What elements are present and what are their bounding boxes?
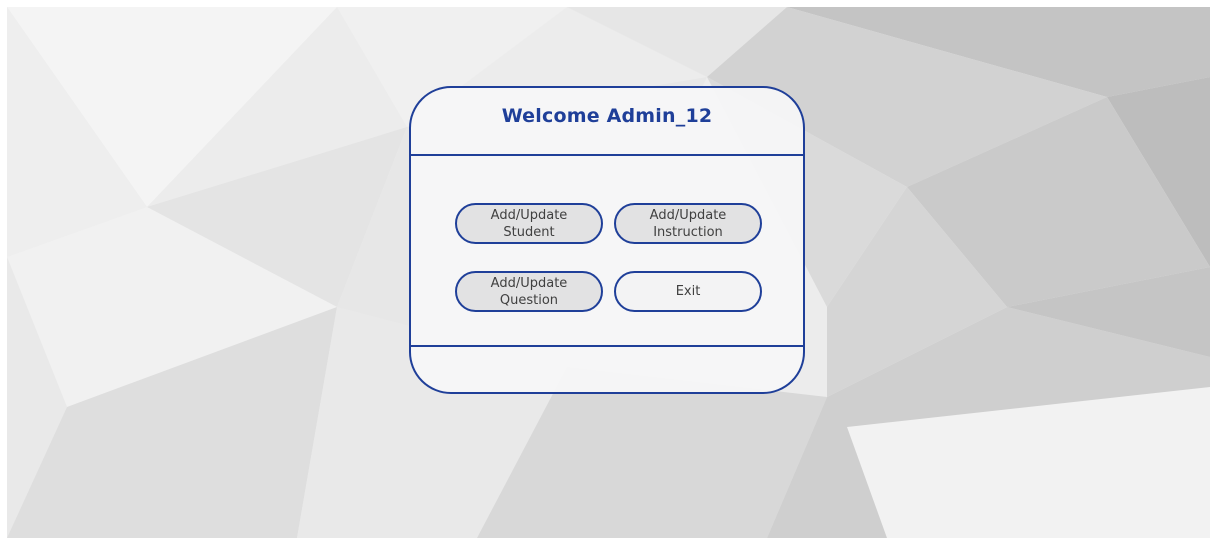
add-update-instruction-button[interactable]: Add/Update Instruction [614, 203, 762, 244]
header-divider [411, 154, 803, 156]
welcome-title: Welcome Admin_12 [501, 105, 713, 127]
add-update-student-button[interactable]: Add/Update Student [455, 203, 603, 244]
exit-button[interactable]: Exit [614, 271, 762, 312]
admin-panel: Welcome Admin_12 Add/Update Student Add/… [409, 86, 805, 394]
footer-divider [411, 345, 803, 347]
add-update-question-button[interactable]: Add/Update Question [455, 271, 603, 312]
